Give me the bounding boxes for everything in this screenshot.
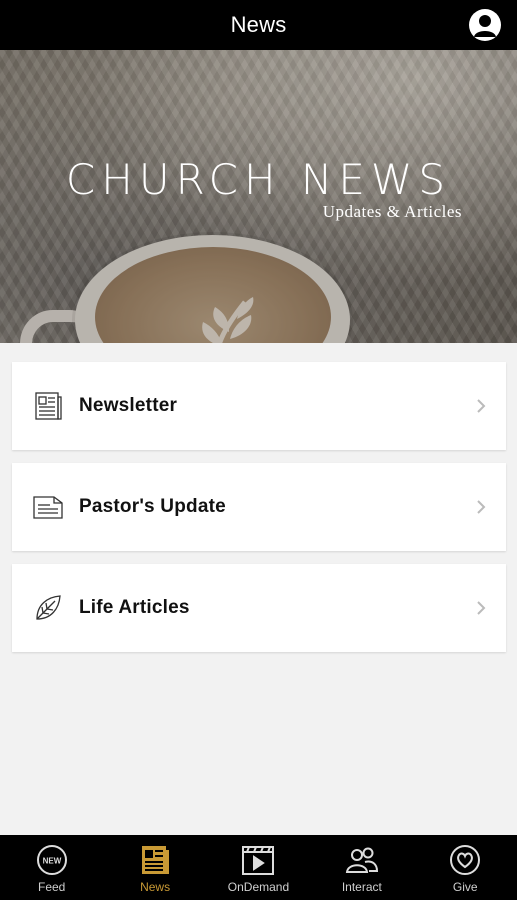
hero-subtitle: Updates & Articles (322, 202, 462, 221)
hero-banner: CHURCH NEWS Updates & Articles (0, 50, 517, 343)
tab-give[interactable]: Give (415, 835, 515, 894)
heart-icon (448, 843, 482, 877)
tab-label: Give (452, 880, 478, 894)
people-icon (345, 843, 379, 877)
list-item-pastors-update[interactable]: Pastor's Update (12, 463, 506, 551)
page-title: News (230, 12, 287, 37)
list-item-label: Pastor's Update (79, 496, 226, 517)
list-item-newsletter[interactable]: Newsletter (12, 362, 506, 450)
tab-label: Interact (341, 880, 382, 894)
chevron-right-icon (477, 399, 486, 413)
list-item-label: Newsletter (79, 395, 178, 416)
document-icon (32, 491, 64, 523)
feed-badge-text: NEW (42, 857, 61, 866)
news-list: Newsletter Pastor's Update Life Articles (12, 362, 506, 665)
tab-news[interactable]: News (105, 835, 205, 894)
video-clapper-icon (241, 843, 275, 877)
newspaper-icon (32, 390, 64, 422)
tab-ondemand[interactable]: OnDemand (208, 835, 308, 894)
chevron-right-icon (477, 500, 486, 514)
tab-label: Feed (38, 880, 66, 894)
newspaper-icon (138, 843, 172, 877)
leaf-icon (32, 592, 64, 624)
list-item-life-articles[interactable]: Life Articles (12, 564, 506, 652)
new-badge-icon: NEW (35, 843, 69, 877)
bottom-tab-bar: NEW Feed News OnDemand Interact Give (0, 835, 517, 900)
tab-label: OnDemand (227, 880, 290, 894)
chevron-right-icon (477, 601, 486, 615)
hero-title: CHURCH NEWS (65, 155, 452, 204)
top-bar: News (0, 0, 517, 50)
profile-icon[interactable] (469, 9, 501, 41)
tab-label: News (140, 880, 171, 894)
list-item-label: Life Articles (79, 597, 190, 618)
tab-interact[interactable]: Interact (312, 835, 412, 894)
tab-feed[interactable]: NEW Feed (2, 835, 102, 894)
